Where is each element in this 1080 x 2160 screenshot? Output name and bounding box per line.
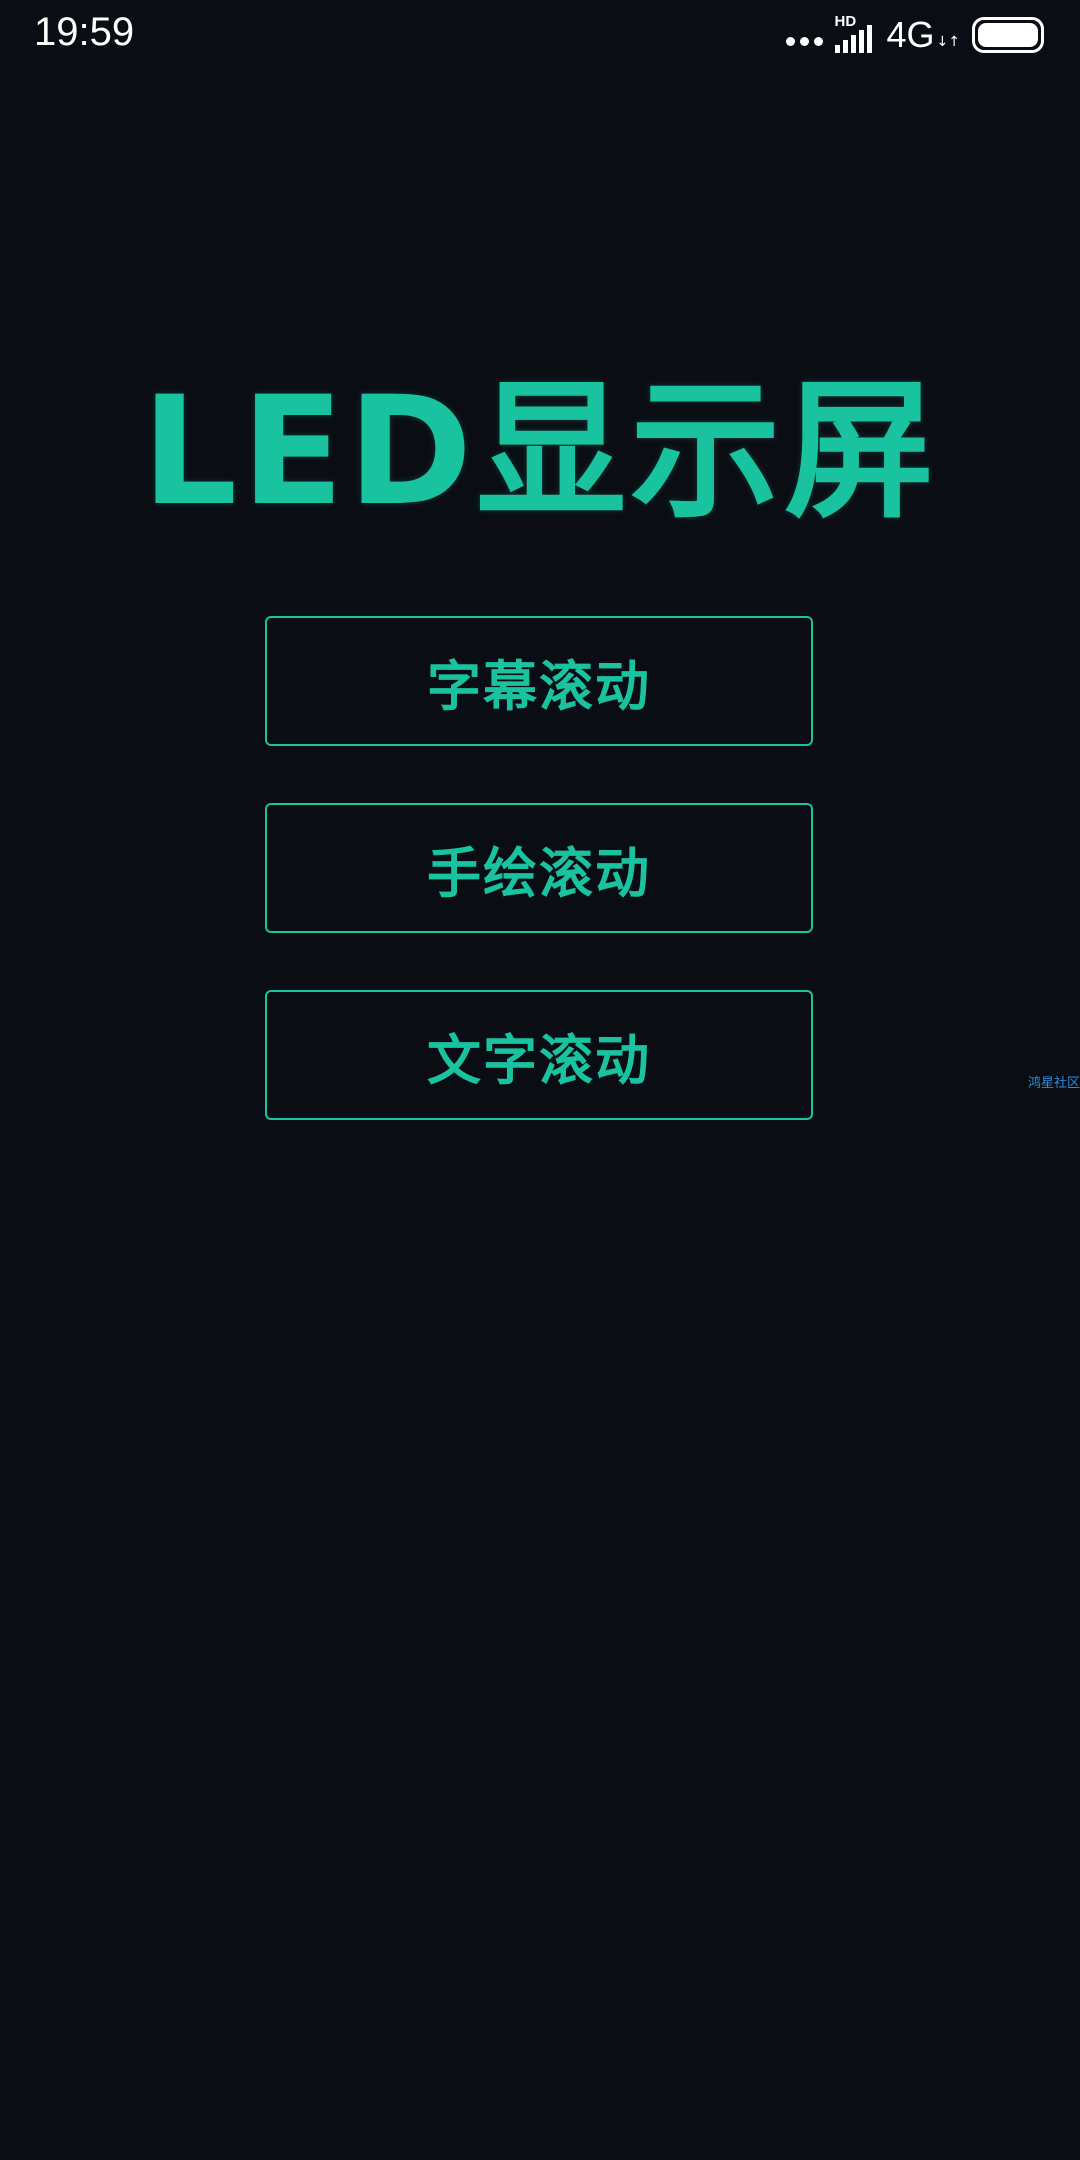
- title-container: LED显示屏: [0, 330, 1080, 547]
- status-icons: HD 4G ↓↑: [785, 13, 1044, 56]
- network-type: 4G: [886, 14, 935, 55]
- app-title: LED显示屏: [0, 330, 1080, 547]
- data-activity-icon: ↓↑: [936, 34, 960, 50]
- signal-strength-icon: HD: [834, 13, 879, 53]
- subtitle-scroll-button[interactable]: 字幕滚动: [265, 616, 813, 746]
- status-bar: 19:59 HD 4G ↓↑: [0, 0, 1080, 70]
- hand-draw-scroll-button[interactable]: 手绘滚动: [265, 803, 813, 933]
- battery-icon: [972, 17, 1044, 53]
- status-time: 19:59: [34, 10, 135, 54]
- watermark-text: 鸿星社区: [1027, 1076, 1080, 1091]
- app-screen: 19:59 HD 4G ↓↑ LED显示屏 字幕滚动 手绘滚动 文字滚动 鸿星社…: [0, 0, 1080, 2160]
- text-scroll-button[interactable]: 文字滚动: [265, 990, 813, 1120]
- more-notifications-icon: [785, 36, 823, 46]
